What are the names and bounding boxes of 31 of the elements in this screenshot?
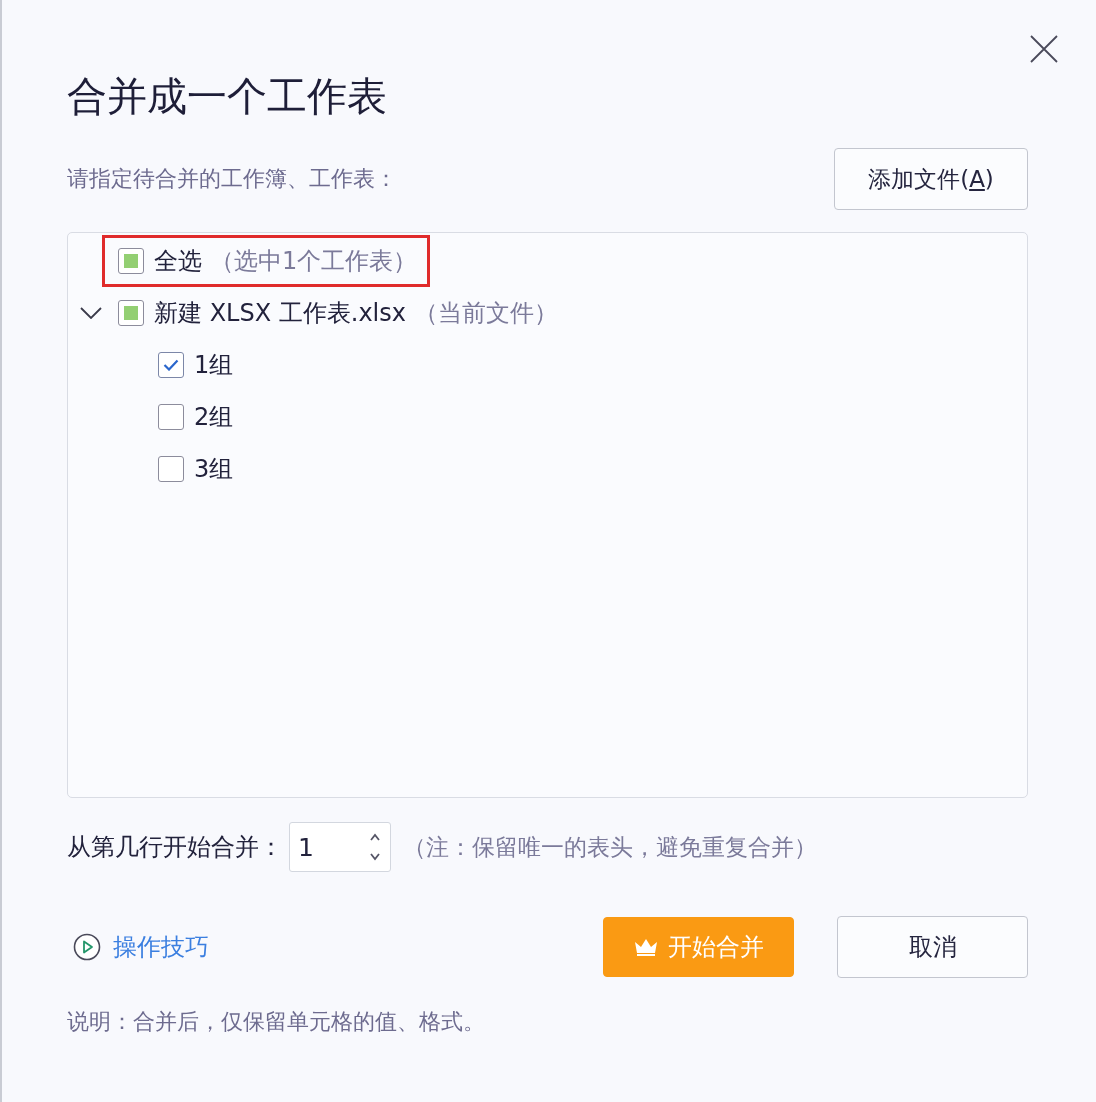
- close-button[interactable]: [1028, 33, 1060, 65]
- header-hint-note: （注：保留唯一的表头，避免重复合并）: [403, 832, 817, 862]
- add-file-button[interactable]: 添加文件(A): [834, 148, 1028, 210]
- checkbox[interactable]: [158, 456, 184, 482]
- selection-count-note: （选中1个工作表）: [210, 246, 418, 277]
- decrement-button[interactable]: [369, 853, 381, 861]
- prompt-text: 请指定待合并的工作簿、工作表：: [67, 165, 397, 193]
- increment-button[interactable]: [369, 833, 381, 841]
- checkbox[interactable]: [118, 248, 144, 274]
- current-file-note: （当前文件）: [413, 298, 558, 329]
- start-row-label: 从第几行开始合并：: [67, 832, 283, 863]
- caret-down-icon: [369, 853, 381, 861]
- file-name: 新建 XLSX 工作表.xlsx: [154, 298, 406, 329]
- sheet-name: 1组: [194, 350, 234, 381]
- tips-link[interactable]: 操作技巧: [73, 931, 209, 963]
- footnote-text: 说明：合并后，仅保留单元格的值、格式。: [67, 1008, 486, 1036]
- checkmark-icon: [163, 359, 179, 371]
- play-circle-icon: [73, 933, 101, 961]
- start-row-spinner[interactable]: 1: [289, 822, 391, 872]
- dialog-title: 合并成一个工作表: [67, 72, 388, 121]
- select-all-label: 全选: [154, 246, 202, 277]
- chevron-down-icon: [80, 307, 102, 319]
- sheet-name: 3组: [194, 454, 234, 485]
- caret-up-icon: [369, 833, 381, 841]
- cancel-button[interactable]: 取消: [837, 916, 1028, 978]
- sheet-name: 2组: [194, 402, 234, 433]
- crown-icon: [633, 938, 658, 956]
- checkbox[interactable]: [158, 352, 184, 378]
- checkbox[interactable]: [118, 300, 144, 326]
- checkbox[interactable]: [158, 404, 184, 430]
- close-icon: [1030, 35, 1058, 63]
